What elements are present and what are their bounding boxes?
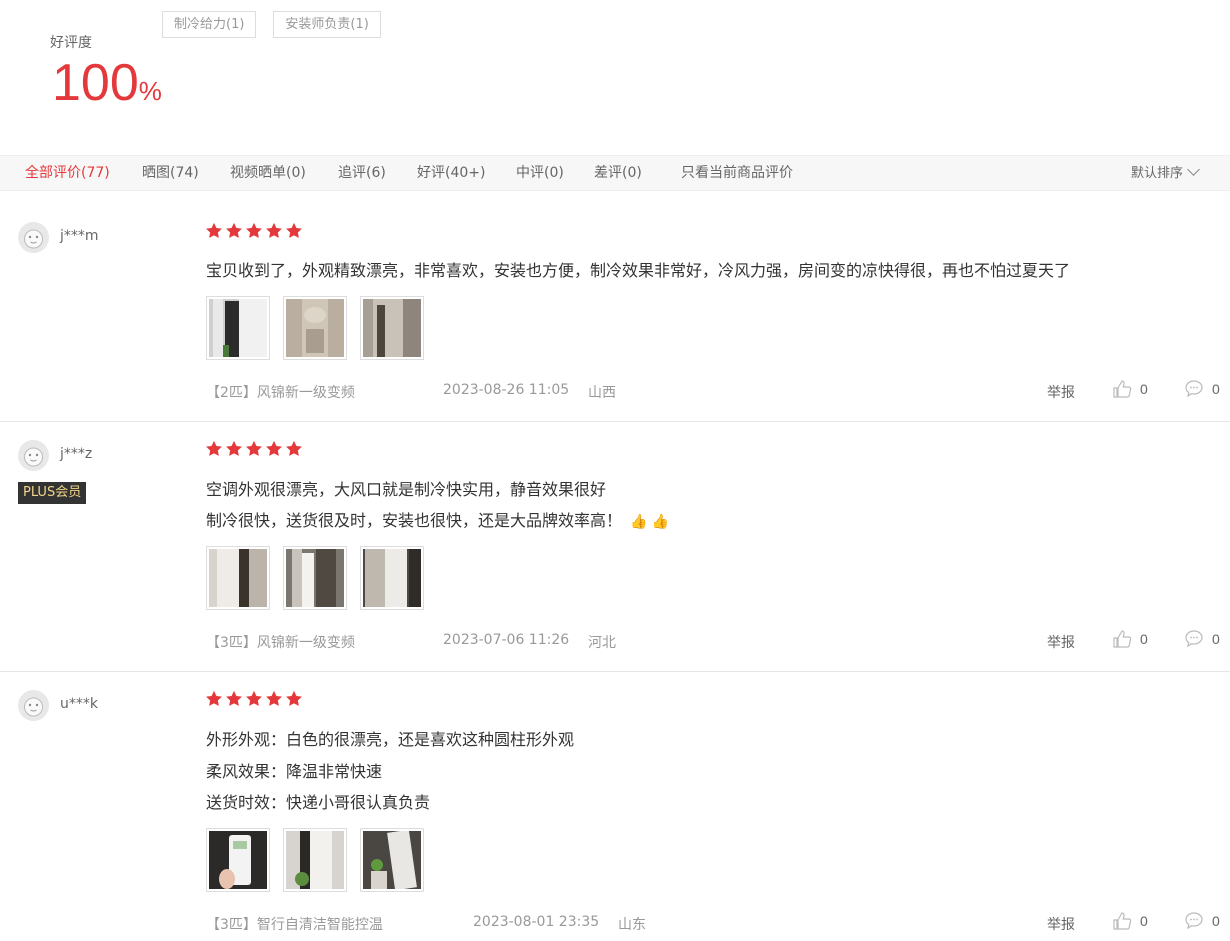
review-location: 山东: [618, 917, 646, 933]
star-icon: [286, 222, 302, 238]
sort-dropdown[interactable]: 默认排序: [1130, 156, 1200, 192]
review-photo[interactable]: [283, 296, 347, 360]
username: j***z: [60, 446, 93, 462]
review-photo[interactable]: [206, 828, 270, 892]
thumbs-up-icon: [1113, 380, 1132, 398]
filter-photos[interactable]: 晒图(74): [142, 156, 199, 190]
like-count: 0: [1140, 631, 1148, 647]
review-photo[interactable]: [360, 828, 424, 892]
star-icon: [226, 222, 242, 238]
star-icon: [206, 222, 222, 238]
review-tags: 制冷给力(1) 安装师负责(1): [162, 11, 381, 38]
star-icon: [286, 690, 302, 706]
review-text: 宝贝收到了，外观精致漂亮，非常喜欢，安装也方便，制冷效果非常好，冷风力强，房间变…: [206, 261, 1071, 280]
review-photo[interactable]: [360, 296, 424, 360]
comment-icon: [1185, 630, 1203, 648]
review-date: 2023-07-06 11:26: [443, 632, 570, 648]
star-rating: [205, 690, 303, 708]
star-rating: [205, 440, 303, 458]
rate-label: 好评度: [50, 35, 92, 51]
star-icon: [266, 222, 282, 238]
report-link[interactable]: 举报: [1047, 382, 1075, 402]
star-icon: [246, 440, 262, 456]
avatar[interactable]: [18, 222, 49, 253]
review-item: j***m 宝贝收到了，外观精致漂亮，非常喜欢，安装也方便，制冷效果非常好，冷风…: [0, 191, 1230, 422]
review-text-line: 制冷很快，送货很及时，安装也很快，还是大品牌效率高！: [206, 511, 623, 530]
thumbs-up-emoji-icon: 👍 👍: [630, 514, 670, 530]
review-photo[interactable]: [360, 546, 424, 610]
star-icon: [286, 440, 302, 456]
comment-icon: [1185, 380, 1203, 398]
review-text: 空调外观很漂亮，大风口就是制冷快实用，静音效果很好: [206, 480, 607, 499]
review-photos: [206, 296, 424, 360]
review-photo[interactable]: [206, 296, 270, 360]
review-location: 山西: [588, 385, 616, 401]
username: u***k: [60, 696, 98, 712]
avatar[interactable]: [18, 690, 49, 721]
comment-button[interactable]: 0: [1184, 379, 1220, 399]
filter-good[interactable]: 好评(40+): [417, 156, 485, 190]
star-icon: [246, 222, 262, 238]
filter-all[interactable]: 全部评价(77): [25, 156, 110, 190]
rate-value: 100%: [52, 52, 162, 114]
comment-count: 0: [1212, 631, 1220, 647]
filter-current-product[interactable]: 只看当前商品评价: [681, 156, 793, 190]
like-button[interactable]: 0: [1112, 629, 1148, 649]
filter-followup[interactable]: 追评(6): [338, 156, 386, 190]
comment-button[interactable]: 0: [1184, 629, 1220, 649]
like-count: 0: [1140, 913, 1148, 929]
username: j***m: [60, 228, 99, 244]
review-item: u***k 外形外观：白色的很漂亮，还是喜欢这种圆柱形外观 柔风效果：降温非常快…: [0, 672, 1230, 941]
sort-label: 默认排序: [1130, 166, 1183, 181]
review-photo[interactable]: [283, 546, 347, 610]
plus-member-badge: PLUS会员: [18, 482, 87, 504]
comment-count: 0: [1212, 913, 1220, 929]
tag-installer[interactable]: 安装师负责(1): [273, 11, 381, 38]
star-icon: [206, 690, 222, 706]
avatar[interactable]: [18, 440, 49, 471]
like-button[interactable]: 0: [1112, 911, 1148, 931]
star-rating: [205, 222, 303, 240]
thumbs-up-icon: [1113, 630, 1132, 648]
like-count: 0: [1140, 381, 1148, 397]
comment-count: 0: [1212, 381, 1220, 397]
rate-number: 100: [52, 54, 139, 112]
rating-summary: 好评度 100% 制冷给力(1) 安装师负责(1): [0, 0, 1230, 155]
filter-medium[interactable]: 中评(0): [516, 156, 564, 190]
product-spec: 【3匹】风锦新一级变频: [206, 635, 355, 651]
review-date: 2023-08-26 11:05: [443, 382, 570, 398]
star-icon: [226, 690, 242, 706]
review-photo[interactable]: [283, 828, 347, 892]
star-icon: [206, 440, 222, 456]
rate-unit: %: [138, 76, 162, 106]
review-text: 制冷很快，送货很及时，安装也很快，还是大品牌效率高！ 👍 👍: [206, 507, 669, 531]
star-icon: [226, 440, 242, 456]
product-spec: 【2匹】风锦新一级变频: [206, 385, 355, 401]
review-photos: [206, 546, 424, 610]
filter-video[interactable]: 视频晒单(0): [230, 156, 306, 190]
tag-cooling[interactable]: 制冷给力(1): [162, 11, 257, 38]
star-icon: [266, 440, 282, 456]
review-item: j***z PLUS会员 空调外观很漂亮，大风口就是制冷快实用，静音效果很好 制…: [0, 422, 1230, 672]
comment-button[interactable]: 0: [1184, 911, 1220, 931]
review-text: 柔风效果：降温非常快速: [206, 762, 383, 781]
thumbs-up-icon: [1113, 912, 1132, 930]
product-spec: 【3匹】智行自清洁智能控温: [206, 917, 383, 933]
filter-bad[interactable]: 差评(0): [594, 156, 642, 190]
review-photo[interactable]: [206, 546, 270, 610]
report-link[interactable]: 举报: [1047, 632, 1075, 652]
review-text: 外形外观：白色的很漂亮，还是喜欢这种圆柱形外观: [206, 730, 575, 749]
review-date: 2023-08-01 23:35: [473, 914, 600, 930]
filter-bar: 全部评价(77) 晒图(74) 视频晒单(0) 追评(6) 好评(40+) 中评…: [0, 155, 1230, 191]
star-icon: [246, 690, 262, 706]
comment-icon: [1185, 912, 1203, 930]
chevron-down-icon: [1187, 163, 1200, 176]
review-photos: [206, 828, 424, 892]
review-location: 河北: [588, 635, 616, 651]
star-icon: [266, 690, 282, 706]
like-button[interactable]: 0: [1112, 379, 1148, 399]
review-text: 送货时效：快递小哥很认真负责: [206, 793, 431, 812]
report-link[interactable]: 举报: [1047, 914, 1075, 934]
